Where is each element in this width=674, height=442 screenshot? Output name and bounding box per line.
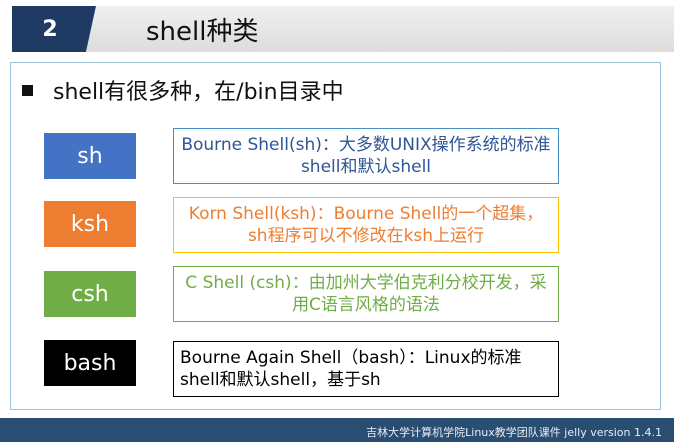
slide-title: shell种类 [146, 16, 259, 47]
shell-label-bash: bash [44, 340, 136, 386]
shell-label-sh: sh [44, 133, 136, 179]
section-number-block: 2 [12, 6, 96, 52]
bullet-line: shell有很多种，在/bin目录中 [22, 74, 344, 106]
section-number: 2 [42, 16, 58, 42]
bullet-square-icon [22, 84, 33, 96]
shell-label-csh: csh [44, 271, 136, 317]
bullet-text: shell有很多种，在/bin目录中 [53, 80, 344, 105]
shell-label-ksh: ksh [44, 201, 136, 247]
shell-desc-csh: C Shell (csh)：由加州大学伯克利分校开发，采用C语言风格的语法 [173, 266, 559, 322]
shell-desc-ksh: Korn Shell(ksh)：Bourne Shell的一个超集，sh程序可以… [173, 197, 559, 253]
title-bar: 2 shell种类 [0, 6, 674, 52]
shell-desc-bash: Bourne Again Shell（bash）：Linux的标准shell和默… [173, 341, 559, 397]
footer-bar: 吉林大学计算机学院Linux教学团队课件 jelly version 1.4.1 [0, 418, 674, 442]
shell-desc-sh: Bourne Shell(sh)：大多数UNIX操作系统的标准shell和默认s… [173, 128, 559, 184]
footer-text: 吉林大学计算机学院Linux教学团队课件 jelly version 1.4.1 [366, 426, 662, 439]
